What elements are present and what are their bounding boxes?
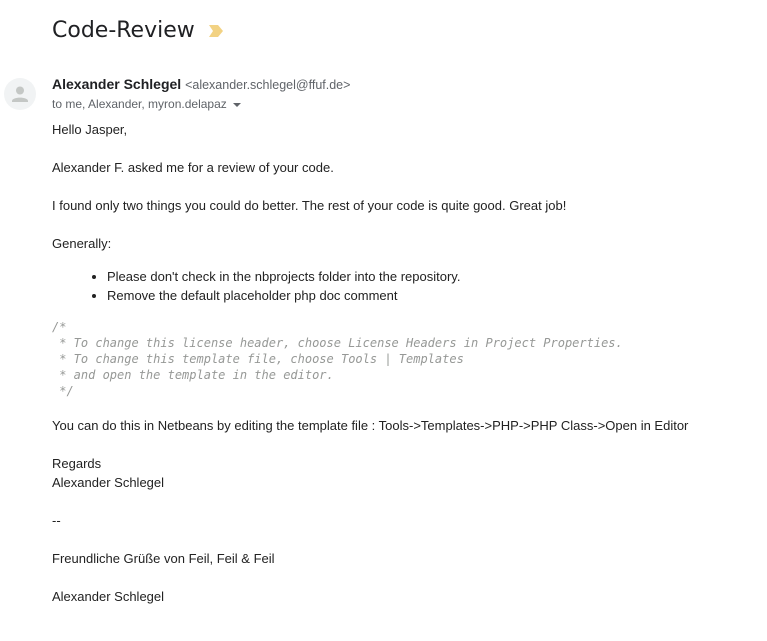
body-paragraph-4: You can do this in Netbeans by editing t… (52, 418, 689, 433)
recipients-label: to me, Alexander, myron.delapaz (52, 97, 227, 111)
regards-name: Alexander Schlegel (52, 475, 165, 490)
importance-marker-icon[interactable] (208, 24, 224, 38)
body-paragraph-2: I found only two things you could do bet… (52, 198, 567, 213)
code-line: * To change this template file, choose T… (52, 352, 464, 366)
code-line: */ (52, 384, 74, 398)
code-line: * and open the template in the editor. (52, 368, 334, 382)
signature-name: Alexander Schlegel (52, 589, 165, 604)
body-paragraph-1: Alexander F. asked me for a review of yo… (52, 160, 334, 175)
recipients-dropdown[interactable]: to me, Alexander, myron.delapaz (52, 97, 241, 111)
person-avatar-icon[interactable] (4, 78, 36, 110)
list-item: Remove the default placeholder php doc c… (107, 287, 460, 306)
body-paragraph-3: Generally: (52, 236, 112, 251)
code-comment-block: /* * To change this license header, choo… (52, 319, 623, 399)
sender-line: Alexander Schlegel <alexander.schlegel@f… (52, 76, 350, 92)
signature-separator: -- (52, 513, 61, 528)
email-subject: Code-Review (52, 18, 195, 43)
chevron-down-icon[interactable] (232, 103, 241, 107)
sender-name[interactable]: Alexander Schlegel (52, 76, 181, 92)
bullet-list: Please don't check in the nbprojects fol… (52, 268, 460, 306)
email-header: Code-Review (52, 18, 224, 43)
code-line: /* (52, 320, 67, 334)
code-line: * To change this license header, choose … (52, 336, 623, 350)
signature-greeting: Freundliche Grüße von Feil, Feil & Feil (52, 551, 275, 566)
sender-email: <alexander.schlegel@ffuf.de> (185, 78, 351, 92)
list-item: Please don't check in the nbprojects fol… (107, 268, 460, 287)
regards-text: Regards (52, 456, 102, 471)
greeting-text: Hello Jasper, (52, 122, 128, 137)
